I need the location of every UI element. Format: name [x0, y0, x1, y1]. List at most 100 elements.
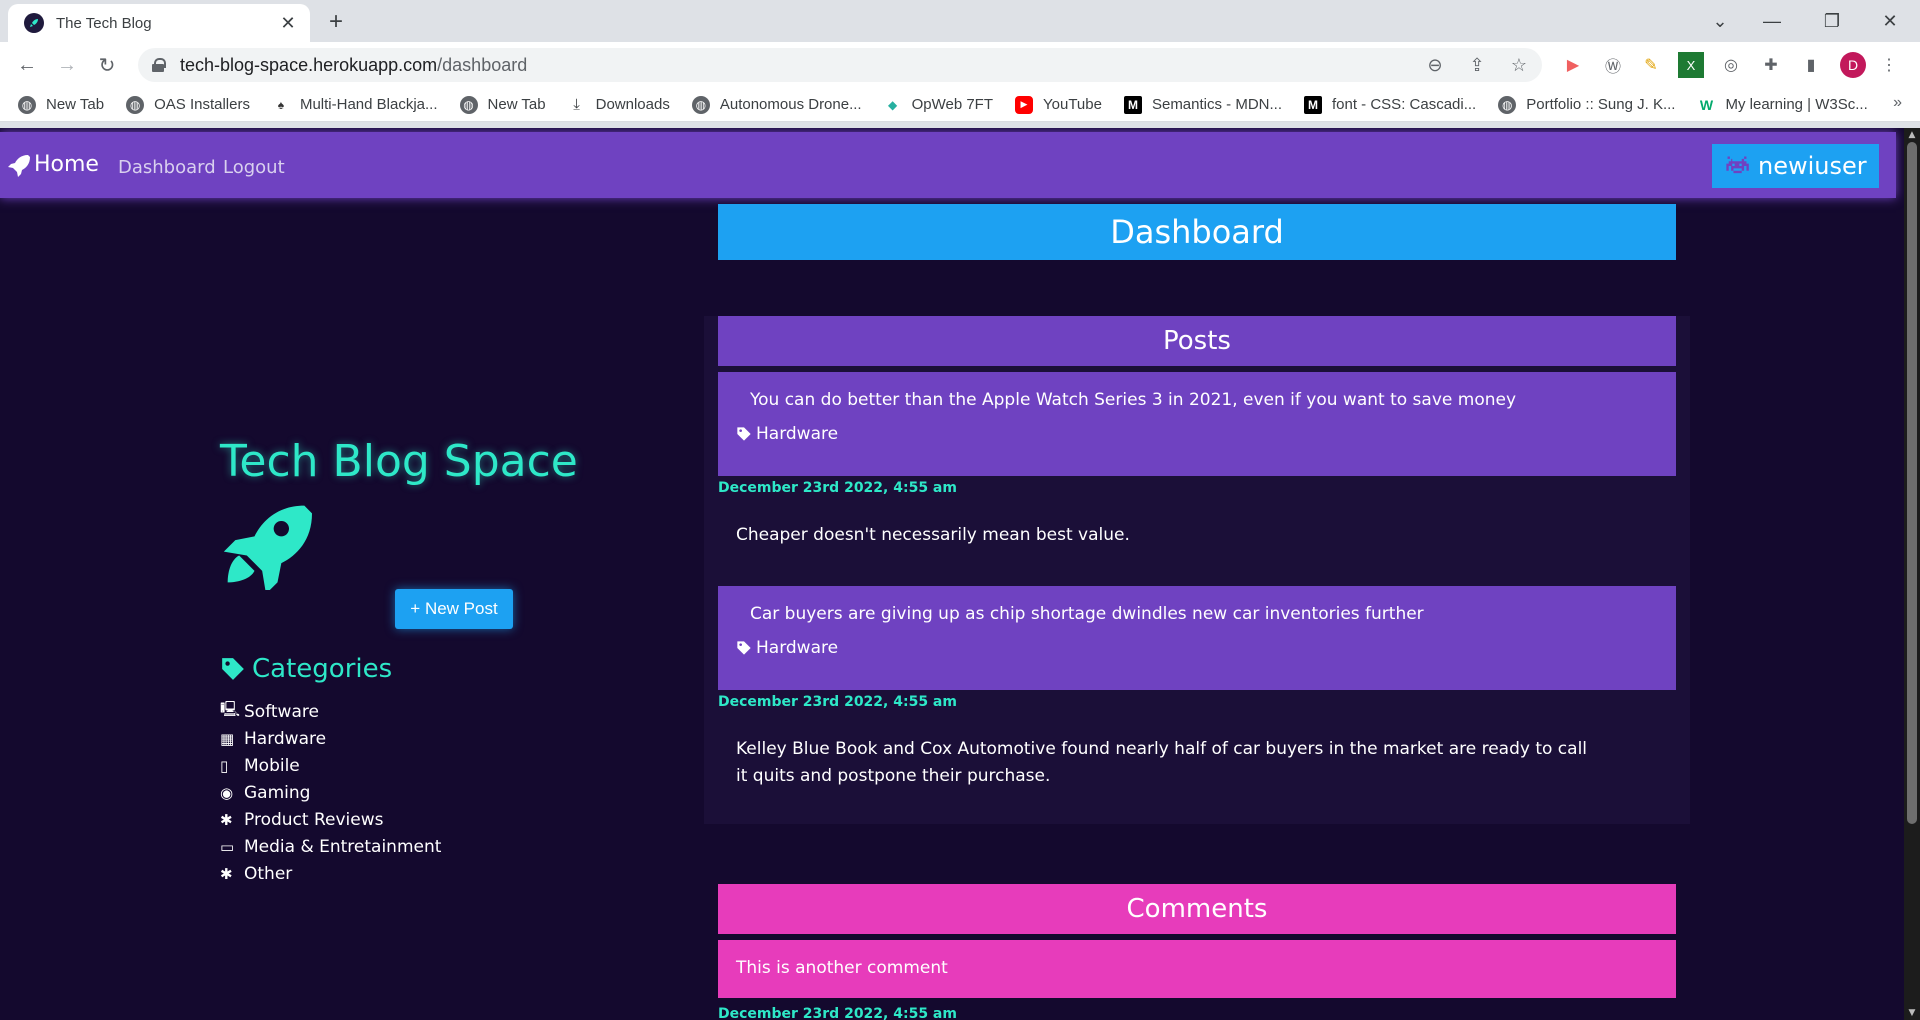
posts-panel: Posts You can do better than the Apple W… [704, 316, 1690, 824]
post-title[interactable]: Car buyers are giving up as chip shortag… [736, 604, 1658, 624]
bookmark-item[interactable]: ◍ OAS Installers [126, 95, 250, 114]
tag-icon [737, 427, 751, 441]
bookmark-item[interactable]: ◍ Autonomous Drone... [691, 95, 862, 114]
globe-icon: ◍ [459, 95, 478, 114]
bookmark-item[interactable]: ⤓ Downloads [568, 96, 670, 114]
opweb-icon: ◆ [887, 97, 898, 112]
bookmark-label: New Tab [487, 96, 546, 113]
bookmark-item[interactable]: ▶ YouTube [1015, 95, 1102, 114]
mobile-icon: ▯ [220, 756, 229, 775]
share-icon[interactable]: ⇪ [1466, 52, 1488, 78]
asterisk-icon: ✱ [220, 864, 233, 883]
bookmark-item[interactable]: ◍ New Tab [459, 95, 546, 114]
categories-heading: Categories [220, 654, 392, 684]
back-button[interactable]: ← [12, 50, 42, 80]
nav-link-dashboard[interactable]: Dashboard [118, 157, 216, 178]
category-label: Other [244, 863, 293, 884]
forward-button[interactable]: → [52, 50, 82, 80]
tab-search-chevron-icon[interactable]: ⌄ [1700, 6, 1740, 36]
extension-cast-icon[interactable]: ▶ [1560, 52, 1586, 78]
category-label: Gaming [244, 782, 311, 803]
post-tag: Hardware [736, 424, 1658, 444]
browser-toolbar: ← → ↻ tech-blog-space.herokuapp.com/dash… [0, 42, 1920, 88]
category-item[interactable]: ◉ Gaming [220, 779, 441, 806]
mdn-icon: M [1123, 95, 1142, 114]
bookmarks-bar: ◍ New Tab ◍ OAS Installers ♠ Multi-Hand Black… [0, 88, 1920, 122]
category-label: Mobile [244, 755, 300, 776]
more-bookmarks-icon[interactable]: » [1893, 94, 1902, 112]
zoom-icon[interactable]: ⊖ [1424, 52, 1446, 78]
extension-w-icon[interactable]: Ⓦ [1600, 52, 1626, 78]
url-host: tech-blog-space.herokuapp.com [180, 54, 438, 75]
category-item[interactable]: ▦ Hardware [220, 725, 441, 752]
post-card[interactable]: You can do better than the Apple Watch S… [718, 372, 1676, 476]
bookmark-label: My learning | W3Sc... [1725, 96, 1868, 113]
post-tag: Hardware [736, 638, 1658, 658]
close-icon[interactable]: ✕ [278, 13, 298, 34]
tab-title: The Tech Blog [56, 14, 152, 32]
bookmark-item[interactable]: Mfont - CSS: Cascadi... [1304, 95, 1476, 114]
nav-home-link[interactable]: Home [6, 152, 99, 177]
address-bar[interactable]: tech-blog-space.herokuapp.com/dashboard … [138, 48, 1542, 82]
dashboard-title: Dashboard [718, 204, 1676, 260]
post-title[interactable]: You can do better than the Apple Watch S… [736, 390, 1658, 410]
category-item[interactable]: ▯ Mobile [220, 752, 441, 779]
reload-button[interactable]: ↻ [92, 50, 122, 80]
chip-icon: ▦ [220, 729, 235, 748]
bookmark-label: Multi-Hand Blackja... [299, 96, 438, 113]
globe-icon: ◍ [126, 95, 145, 114]
scroll-up-icon[interactable]: ▲ [1904, 128, 1920, 142]
bookmark-item[interactable]: ◍ New Tab [18, 95, 104, 114]
globe-icon: ◍ [1498, 95, 1517, 114]
category-item[interactable]: ✱ Product Reviews [220, 806, 441, 833]
bookmark-item[interactable]: M Semantics - MDN... [1123, 95, 1282, 114]
post-item[interactable]: Car buyers are giving up as chip shortag… [718, 586, 1676, 790]
restore-button[interactable]: ❐ [1812, 6, 1852, 36]
page-viewport: Home Dashboard Logout newiuser Tech Blog… [0, 128, 1920, 1020]
category-item[interactable]: ▭ Media & Entretainment [220, 833, 441, 860]
new-tab-button[interactable]: + [322, 8, 350, 36]
rocket-logo-icon [223, 505, 312, 590]
extension-pen-icon[interactable]: ✎ [1638, 52, 1664, 78]
nav-link-logout[interactable]: Logout [223, 157, 285, 178]
cards-icon: ♠ [277, 97, 285, 112]
post-card[interactable]: Car buyers are giving up as chip shortag… [718, 586, 1676, 690]
scroll-down-icon[interactable]: ▼ [1904, 1006, 1920, 1020]
post-body: Cheaper doesn't necessarily mean best va… [736, 525, 1130, 545]
bookmark-star-icon[interactable]: ☆ [1508, 52, 1530, 78]
category-item[interactable]: ✱ Other [220, 860, 441, 887]
posts-heading: Posts [718, 316, 1676, 366]
new-post-button[interactable]: + New Post [395, 589, 513, 629]
browser-tab[interactable]: The Tech Blog ✕ [8, 4, 310, 42]
lock-icon[interactable] [152, 58, 166, 72]
close-window-button[interactable]: ✕ [1870, 6, 1910, 36]
categories-heading-label: Categories [252, 654, 393, 684]
bookmark-label: YouTube [1043, 96, 1102, 113]
categories-list: 🖳 Software ▦ Hardware ▯ Mobile ◉ Gaming ✱ Product… [220, 698, 441, 887]
site-navbar: Home Dashboard Logout newiuser [0, 132, 1896, 198]
bookmark-label: Semantics - MDN... [1151, 96, 1282, 113]
comment-date: December 23rd 2022, 4:55 am [718, 1006, 957, 1020]
post-item[interactable]: You can do better than the Apple Watch S… [718, 372, 1676, 549]
extension-excel-icon[interactable]: X [1678, 52, 1704, 78]
rocket-favicon-icon [24, 13, 44, 33]
bookmark-item[interactable]: ◆ OpWeb 7FT [884, 96, 993, 114]
extension-circle-icon[interactable]: ◎ [1718, 52, 1744, 78]
bookmark-item[interactable]: ◍ Portfolio :: Sung J. K... [1498, 95, 1675, 114]
space-invader-icon [1726, 156, 1749, 174]
profile-avatar[interactable]: D [1840, 52, 1866, 78]
post-date: December 23rd 2022, 4:55 am [718, 694, 957, 710]
bug-icon: ✱ [220, 810, 233, 829]
side-panel-icon[interactable]: ▮ [1798, 52, 1824, 78]
menu-kebab-icon[interactable]: ⋮ [1876, 52, 1902, 78]
extensions-puzzle-icon[interactable]: ✚ [1758, 52, 1784, 78]
bookmark-item[interactable]: ♠ Multi-Hand Blackja... [272, 96, 438, 114]
category-item[interactable]: 🖳 Software [220, 698, 441, 725]
scrollbar-thumb[interactable] [1907, 142, 1917, 824]
brand-title: Tech Blog Space [220, 436, 578, 487]
youtube-icon: ▶ [1015, 95, 1034, 114]
minimize-button[interactable]: — [1752, 6, 1792, 36]
user-profile-button[interactable]: newiuser [1712, 144, 1879, 188]
page-scrollbar[interactable]: ▲ ▼ [1904, 128, 1920, 1020]
bookmark-item[interactable]: W My learning | W3Sc... [1697, 96, 1868, 114]
